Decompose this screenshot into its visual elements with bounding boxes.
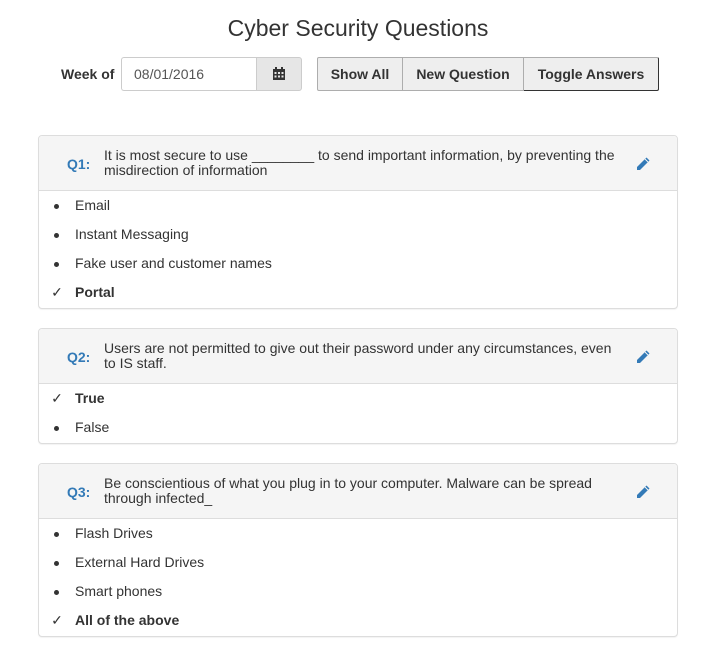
answer-item: Flash Drives <box>39 519 677 548</box>
checkmark-icon: ✓ <box>51 284 63 300</box>
question-text: It is most secure to use ________ to sen… <box>104 147 615 178</box>
bullet-icon <box>54 233 59 238</box>
answer-label: Flash Drives <box>75 525 153 541</box>
bullet-icon <box>54 204 59 209</box>
answer-label: Smart phones <box>75 583 163 599</box>
answer-item: ✓ Portal <box>39 278 677 307</box>
show-all-button[interactable]: Show All <box>317 57 403 91</box>
answer-label: Email <box>75 197 111 213</box>
bullet-icon <box>54 590 59 595</box>
answer-item: Fake user and customer names <box>39 249 677 278</box>
question-text: Be conscientious of what you plug in to … <box>104 475 592 506</box>
answer-item: Smart phones <box>39 577 677 606</box>
pencil-icon[interactable] <box>635 349 651 365</box>
question-number: Q3: <box>67 484 91 500</box>
page-title: Cyber Security Questions <box>227 15 489 41</box>
question-heading: Q2: Users are not permitted to give out t… <box>39 329 677 384</box>
week-label: Week of <box>61 66 115 82</box>
answer-label: False <box>75 419 110 435</box>
checkmark-icon: ✓ <box>51 390 63 406</box>
toolbar: Week of Show All New Question Toggle Ans… <box>0 57 708 91</box>
answer-label: All of the above <box>75 612 180 628</box>
toggle-answers-button[interactable]: Toggle Answers <box>524 57 659 91</box>
bullet-icon <box>54 532 59 537</box>
week-date-input[interactable] <box>121 57 256 91</box>
bullet-icon <box>54 561 59 566</box>
question-number: Q2: <box>67 349 91 365</box>
question-number: Q1: <box>67 156 91 172</box>
question-panel: Q3: Be conscientious of what you plug in … <box>38 463 678 637</box>
question-heading: Q1: It is most secure to use ________ to … <box>39 136 677 191</box>
answer-label: Fake user and customer names <box>75 255 272 271</box>
answer-label: Instant Messaging <box>75 226 189 242</box>
pencil-icon[interactable] <box>635 484 651 500</box>
answer-list: ✓ True False <box>39 384 677 443</box>
answer-list: Email Instant Messaging Fake user and cust… <box>39 191 677 308</box>
bullet-icon <box>54 426 59 431</box>
calendar-icon <box>273 67 285 80</box>
answer-list: Flash Drives External Hard Drives Smart ph… <box>39 519 677 636</box>
question-panel: Q1: It is most secure to use ________ to … <box>38 135 678 309</box>
calendar-button[interactable] <box>256 57 302 91</box>
checkmark-icon: ✓ <box>51 612 63 628</box>
answer-item: Email <box>39 191 677 220</box>
answer-item: False <box>39 413 677 442</box>
question-text: Users are not permitted to give out thei… <box>104 340 612 371</box>
answer-label: Portal <box>75 284 115 300</box>
answer-item: ✓ All of the above <box>39 606 677 635</box>
question-panel: Q2: Users are not permitted to give out t… <box>38 328 678 444</box>
answer-label: True <box>75 390 105 406</box>
answer-label: External Hard Drives <box>75 554 205 570</box>
question-heading: Q3: Be conscientious of what you plug in … <box>39 464 677 519</box>
answer-item: Instant Messaging <box>39 220 677 249</box>
action-button-group: Show All New Question Toggle Answers <box>317 57 659 91</box>
answer-item: ✓ True <box>39 384 677 413</box>
new-question-button[interactable]: New Question <box>403 57 524 91</box>
bullet-icon <box>54 262 59 267</box>
pencil-icon[interactable] <box>635 156 651 172</box>
answer-item: External Hard Drives <box>39 548 677 577</box>
